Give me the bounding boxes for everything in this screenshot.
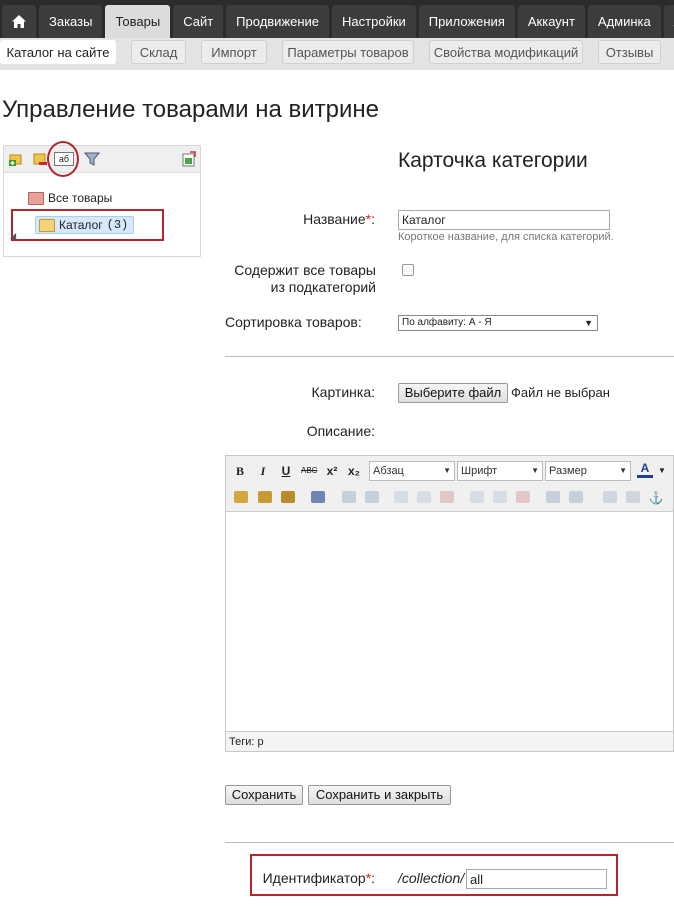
col-after-icon[interactable] (493, 491, 507, 503)
save-button[interactable]: Сохранить (225, 785, 303, 805)
folder-icon (39, 218, 55, 232)
nav-tab-settings[interactable]: Настройки (332, 5, 416, 38)
nav-tab-account[interactable]: Аккаунт (517, 5, 585, 38)
paste-text-icon[interactable] (258, 491, 272, 503)
nav-tab-apps[interactable]: Приложения (418, 5, 515, 38)
highlight-circle (47, 141, 79, 177)
folder-icon (28, 191, 44, 205)
tree-collapse-icon[interactable]: ◢ (10, 231, 16, 240)
row-before-icon[interactable] (394, 491, 408, 503)
table-icon[interactable] (342, 491, 356, 503)
col-before-icon[interactable] (470, 491, 484, 503)
tree-item-catalog[interactable]: Каталог (3) (35, 216, 135, 234)
superscript-icon[interactable]: x² (324, 463, 340, 479)
sort-label: Сортировка товаров: (225, 314, 362, 330)
card-title: Карточка категории (398, 149, 588, 172)
tree-toolbar: аб (4, 146, 200, 173)
subtab-catalog-site[interactable]: Каталог на сайте (0, 40, 116, 64)
editor-toolbar: B I U ABC x² x₂ Абзац ▼ Шрифт ▼ Размер ▼ A … (226, 456, 673, 512)
italic-icon[interactable]: I (255, 463, 271, 479)
merge-cells-icon[interactable] (569, 491, 583, 503)
choose-file-button[interactable]: Выберите файл (398, 383, 508, 403)
nav-tab-products[interactable]: Товары (105, 5, 171, 38)
contains-all-label: Содержит все товары из подкатегорий (234, 262, 376, 295)
nav-tab-admin[interactable]: Админка (587, 5, 661, 38)
home-icon (12, 15, 26, 28)
table-props-icon[interactable] (365, 491, 379, 503)
subtab-import[interactable]: Импорт (201, 40, 267, 64)
description-editor: B I U ABC x² x₂ Абзац ▼ Шрифт ▼ Размер ▼ A … (225, 455, 674, 752)
clean-up-icon[interactable] (311, 491, 325, 503)
delete-row-icon[interactable] (440, 491, 454, 503)
nav-tab-orders[interactable]: Заказы (39, 5, 103, 38)
name-input[interactable] (398, 210, 610, 230)
strikethrough-icon[interactable]: ABC (301, 463, 317, 479)
tree-item-label: Каталог (59, 218, 103, 232)
chevron-down-icon: ▼ (443, 466, 451, 475)
name-label: Название*: (303, 211, 375, 227)
divider (225, 842, 674, 843)
anchor-icon[interactable]: ⚓ (648, 490, 664, 506)
top-navigation: Заказы Товары Сайт Продвижение Настройки… (0, 0, 674, 38)
row-after-icon[interactable] (417, 491, 431, 503)
tree-item-all-products[interactable]: Все товары (28, 191, 112, 205)
divider (225, 356, 674, 357)
identifier-input[interactable] (466, 869, 607, 889)
subtab-reviews[interactable]: Отзывы (598, 40, 661, 64)
identifier-prefix: /collection/ (398, 870, 465, 886)
no-file-text: Файл не выбран (511, 385, 610, 400)
chevron-down-icon[interactable]: ▼ (654, 463, 670, 479)
export-icon[interactable] (181, 151, 197, 167)
description-label: Описание: (306, 423, 375, 439)
identifier-label: Идентификатор*: (262, 870, 375, 886)
underline-icon[interactable]: U (278, 463, 294, 479)
paste-word-icon[interactable] (281, 491, 295, 503)
editor-content-area[interactable] (226, 512, 673, 731)
picture-label: Картинка: (311, 384, 376, 400)
nav-tab-promotion[interactable]: Продвижение (226, 5, 330, 38)
subscript-icon[interactable]: x₂ (346, 463, 362, 479)
link-icon[interactable] (603, 491, 617, 503)
contains-all-checkbox[interactable] (402, 264, 414, 276)
nav-tab-site[interactable]: Сайт (173, 5, 224, 38)
subtab-warehouse[interactable]: Склад (131, 40, 186, 64)
nav-tab-home[interactable] (2, 5, 36, 38)
delete-folder-icon[interactable] (32, 151, 48, 167)
split-cells-icon[interactable] (546, 491, 560, 503)
paragraph-select[interactable]: Абзац ▼ (369, 461, 455, 481)
add-folder-icon[interactable] (8, 151, 24, 167)
bold-icon[interactable]: B (232, 463, 248, 479)
tree-item-label: Все товары (48, 191, 113, 205)
editor-status-bar: Теги: p (226, 731, 673, 751)
unlink-icon[interactable] (626, 491, 640, 503)
chevron-down-icon: ▼ (619, 466, 627, 475)
font-select[interactable]: Шрифт ▼ (457, 461, 543, 481)
paste-icon[interactable] (234, 491, 248, 503)
page-title: Управление товарами на витрине (2, 96, 380, 123)
font-color-icon[interactable]: A (637, 462, 653, 478)
sub-navigation: Каталог на сайте Склад Импорт Параметры … (0, 38, 674, 70)
chevron-down-icon: ▼ (531, 466, 539, 475)
nav-tab-more[interactable]: Ло (663, 5, 674, 38)
chevron-down-icon: ▼ (584, 318, 593, 328)
tree-item-count: (3) (106, 218, 129, 232)
name-hint: Короткое название, для списка категорий. (398, 231, 614, 243)
size-select[interactable]: Размер ▼ (545, 461, 631, 481)
save-close-button[interactable]: Сохранить и закрыть (308, 785, 451, 805)
filter-icon[interactable] (84, 151, 100, 167)
subtab-product-params[interactable]: Параметры товаров (282, 40, 414, 64)
sort-select[interactable]: По алфавиту: А - Я ▼ (398, 315, 598, 331)
delete-col-icon[interactable] (516, 491, 530, 503)
subtab-modification-props[interactable]: Свойства модификаций (429, 40, 583, 64)
